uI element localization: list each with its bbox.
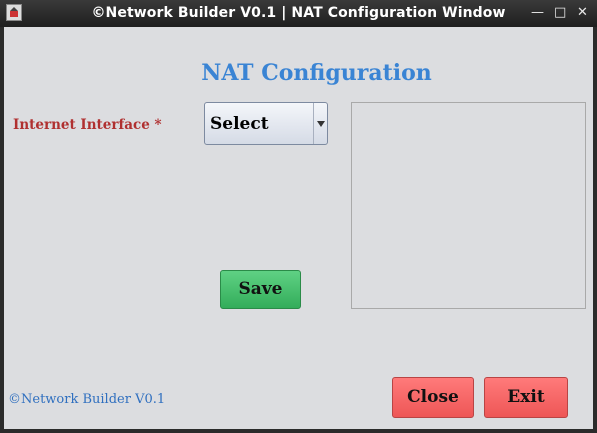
close-window-icon[interactable]: ✕: [577, 5, 588, 21]
content-panel: NAT Configuration Internet Interface * S…: [4, 27, 593, 429]
footer-copyright: ©Network Builder V0.1: [8, 392, 166, 407]
internet-interface-label: Internet Interface *: [13, 117, 162, 133]
close-button[interactable]: Close: [392, 377, 474, 418]
save-button[interactable]: Save: [220, 270, 301, 309]
page-title-text: NAT Configuration: [201, 60, 432, 86]
chevron-down-icon[interactable]: [313, 103, 327, 144]
minimize-icon[interactable]: —: [531, 5, 544, 21]
select-value: Select: [210, 114, 269, 134]
application-window: ©Network Builder V0.1 | NAT Configuratio…: [0, 0, 597, 433]
title-bar[interactable]: ©Network Builder V0.1 | NAT Configuratio…: [0, 0, 597, 27]
output-text-area[interactable]: [351, 102, 586, 309]
exit-button[interactable]: Exit: [484, 377, 568, 418]
maximize-icon[interactable]: □: [554, 5, 566, 21]
page-title: NAT Configuration: [4, 60, 593, 86]
window-title: ©Network Builder V0.1 | NAT Configuratio…: [91, 5, 506, 21]
internet-interface-select[interactable]: Select: [204, 102, 328, 145]
